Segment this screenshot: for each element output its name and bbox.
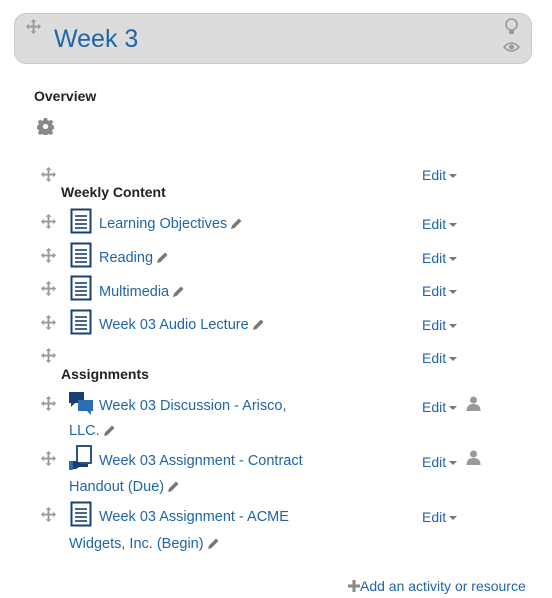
caret-down-icon [449, 516, 458, 521]
pencil-icon[interactable] [230, 216, 243, 236]
activity-item[interactable]: Multimedia [99, 282, 185, 304]
person-icon[interactable] [466, 450, 481, 465]
activity-title[interactable]: LLC. [69, 423, 100, 439]
activity-title[interactable]: Reading [99, 250, 153, 266]
activity-title[interactable]: Week 03 Discussion - Arisco, [99, 398, 287, 414]
edit-label: Edit [422, 350, 447, 366]
move-icon[interactable] [41, 507, 56, 522]
move-icon[interactable] [41, 167, 56, 182]
move-icon[interactable] [41, 315, 56, 330]
edit-label: Edit [422, 167, 447, 183]
add-activity-link[interactable]: Add an activity or resource [348, 577, 526, 596]
pencil-icon[interactable] [167, 479, 180, 499]
move-icon[interactable] [41, 348, 56, 363]
edit-label: Edit [422, 509, 447, 525]
assignment-icon[interactable] [68, 445, 94, 471]
caret-down-icon [449, 223, 458, 228]
caret-down-icon [449, 290, 458, 295]
edit-label: Edit [422, 250, 447, 266]
add-activity-label[interactable]: Add an activity or resource [360, 578, 526, 594]
edit-menu[interactable]: Edit [422, 167, 458, 183]
edit-label: Edit [422, 283, 447, 299]
page-icon[interactable] [70, 208, 92, 234]
activity-title[interactable]: Multimedia [99, 284, 169, 300]
page-icon[interactable] [70, 309, 92, 335]
pencil-icon[interactable] [252, 317, 265, 337]
plus-icon [348, 578, 360, 596]
edit-menu[interactable]: Edit [422, 454, 458, 470]
caret-down-icon [449, 357, 458, 362]
person-icon[interactable] [466, 396, 481, 411]
edit-label: Edit [422, 216, 447, 232]
activity-item[interactable]: Week 03 Assignment - Contract [99, 451, 303, 471]
eye-icon[interactable] [502, 40, 521, 58]
edit-menu[interactable]: Edit [422, 250, 458, 266]
caret-down-icon [449, 174, 458, 179]
activity-item-continued[interactable]: LLC. [69, 421, 116, 443]
gear-icon[interactable] [37, 118, 54, 135]
activity-item-continued[interactable]: Handout (Due) [69, 477, 180, 499]
edit-menu[interactable]: Edit [422, 317, 458, 333]
pencil-icon[interactable] [103, 423, 116, 443]
caret-down-icon [449, 324, 458, 329]
activity-title[interactable]: Learning Objectives [99, 216, 227, 232]
pencil-icon[interactable] [207, 536, 220, 556]
activity-item[interactable]: Reading [99, 248, 169, 270]
activity-item-continued[interactable]: Widgets, Inc. (Begin) [69, 534, 220, 556]
pencil-icon[interactable] [172, 284, 185, 304]
activity-title[interactable]: Handout (Due) [69, 479, 164, 495]
activity-item[interactable]: Week 03 Assignment - ACME [99, 507, 289, 527]
weekly-content-label: Weekly Content [61, 184, 166, 200]
caret-down-icon [449, 257, 458, 262]
page-icon[interactable] [70, 275, 92, 301]
edit-menu[interactable]: Edit [422, 399, 458, 415]
move-icon[interactable] [26, 19, 41, 34]
activity-title[interactable]: Week 03 Assignment - ACME [99, 509, 289, 525]
edit-menu[interactable]: Edit [422, 283, 458, 299]
activity-item[interactable]: Week 03 Discussion - Arisco, [99, 396, 287, 416]
page-icon[interactable] [70, 242, 92, 268]
edit-label: Edit [422, 454, 447, 470]
activity-item[interactable]: Learning Objectives [99, 214, 243, 236]
move-icon[interactable] [41, 396, 56, 411]
edit-label: Edit [422, 317, 447, 333]
edit-label: Edit [422, 399, 447, 415]
move-icon[interactable] [41, 451, 56, 466]
section-title[interactable]: Week 3 [54, 24, 138, 54]
forum-icon[interactable] [68, 390, 94, 416]
overview-heading: Overview [34, 88, 97, 104]
lightbulb-icon[interactable] [504, 18, 519, 40]
page-icon[interactable] [70, 501, 92, 527]
caret-down-icon [449, 461, 458, 466]
caret-down-icon [449, 406, 458, 411]
edit-menu[interactable]: Edit [422, 216, 458, 232]
edit-menu[interactable]: Edit [422, 509, 458, 525]
activity-title[interactable]: Week 03 Assignment - Contract [99, 453, 303, 469]
activity-item[interactable]: Week 03 Audio Lecture [99, 315, 265, 337]
move-icon[interactable] [41, 248, 56, 263]
activity-title[interactable]: Widgets, Inc. (Begin) [69, 536, 204, 552]
pencil-icon[interactable] [156, 250, 169, 270]
assignments-label: Assignments [61, 366, 149, 382]
move-icon[interactable] [41, 214, 56, 229]
activity-title[interactable]: Week 03 Audio Lecture [99, 317, 249, 333]
edit-menu[interactable]: Edit [422, 350, 458, 366]
move-icon[interactable] [41, 281, 56, 296]
